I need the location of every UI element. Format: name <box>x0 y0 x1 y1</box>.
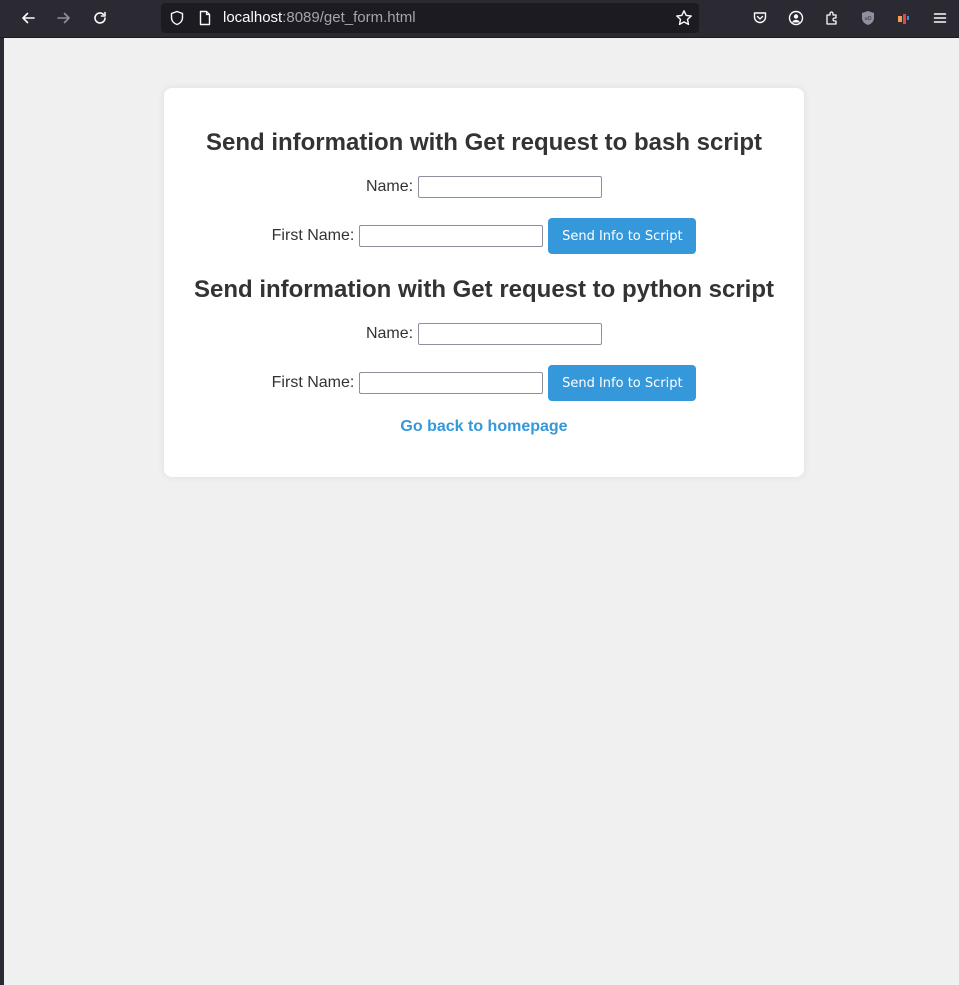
python-name-input[interactable] <box>418 323 603 345</box>
python-firstname-row: First Name: Send Info to Script <box>164 365 804 401</box>
pocket-icon <box>753 12 767 24</box>
account-button[interactable] <box>782 4 810 32</box>
account-icon <box>788 10 804 26</box>
reload-button[interactable] <box>86 4 114 32</box>
bookmark-star-icon[interactable] <box>675 9 693 27</box>
extension-icon <box>898 14 909 24</box>
menu-button[interactable] <box>926 4 954 32</box>
bash-firstname-input[interactable] <box>359 225 544 247</box>
extensions-button[interactable] <box>818 4 846 32</box>
shield-icon[interactable] <box>169 10 185 26</box>
url-bar[interactable]: localhost:8089/get_form.html <box>161 3 699 33</box>
python-send-button[interactable]: Send Info to Script <box>548 365 697 401</box>
url-text[interactable]: localhost:8089/get_form.html <box>223 9 416 27</box>
bash-firstname-row: First Name: Send Info to Script <box>164 218 804 254</box>
bash-send-button[interactable]: Send Info to Script <box>548 218 697 254</box>
form-card: Send information with Get request to bas… <box>164 88 804 477</box>
python-name-row: Name: <box>164 323 804 345</box>
back-button[interactable] <box>14 4 42 32</box>
pocket-button[interactable] <box>746 4 774 32</box>
python-form-heading: Send information with Get request to pyt… <box>193 276 775 303</box>
back-arrow-icon <box>22 12 35 24</box>
forward-arrow-icon <box>57 12 70 24</box>
bash-firstname-label: First Name: <box>271 227 355 244</box>
url-host: localhost <box>223 9 283 26</box>
reload-icon <box>94 11 106 24</box>
ublock-shield-icon: uO <box>862 11 874 25</box>
bash-form-heading: Send information with Get request to bas… <box>205 129 763 156</box>
url-path: :8089/get_form.html <box>282 9 416 26</box>
python-firstname-label: First Name: <box>271 374 355 391</box>
svg-text:uO: uO <box>864 16 871 22</box>
hamburger-menu-icon <box>933 13 947 23</box>
puzzle-icon <box>826 11 837 25</box>
ublock-button[interactable]: uO <box>854 4 882 32</box>
bash-name-input[interactable] <box>418 176 603 198</box>
bash-name-row: Name: <box>164 176 804 198</box>
bash-name-label: Name: <box>365 178 414 195</box>
extension-button[interactable] <box>890 4 918 32</box>
python-firstname-input[interactable] <box>359 372 544 394</box>
page-viewport: Send information with Get request to bas… <box>4 38 959 985</box>
python-name-label: Name: <box>365 325 414 342</box>
browser-toolbar: localhost:8089/get_form.html uO <box>0 0 959 38</box>
page-icon[interactable] <box>197 10 213 26</box>
forward-button[interactable] <box>50 4 78 32</box>
homepage-link[interactable]: Go back to homepage <box>164 418 804 436</box>
